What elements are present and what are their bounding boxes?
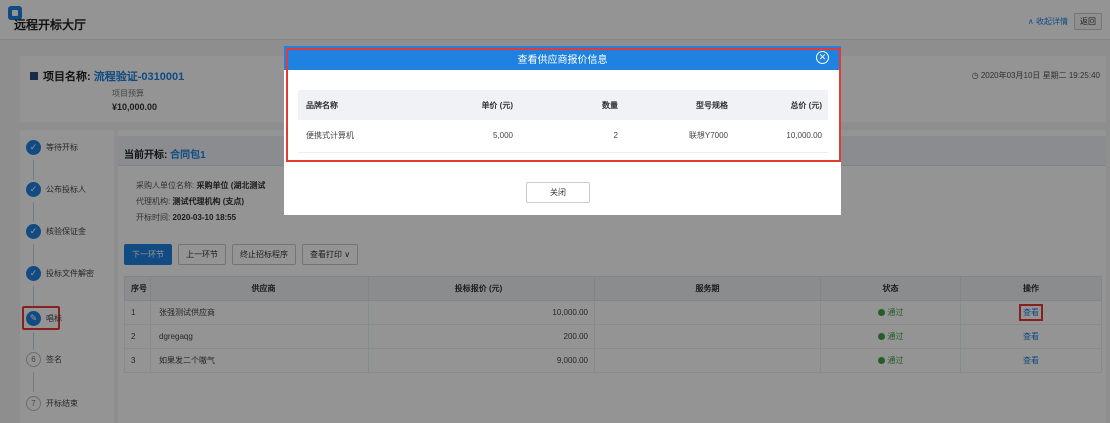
close-button[interactable]: 关闭 [526,182,590,203]
annotation-highlight-box [286,48,841,162]
